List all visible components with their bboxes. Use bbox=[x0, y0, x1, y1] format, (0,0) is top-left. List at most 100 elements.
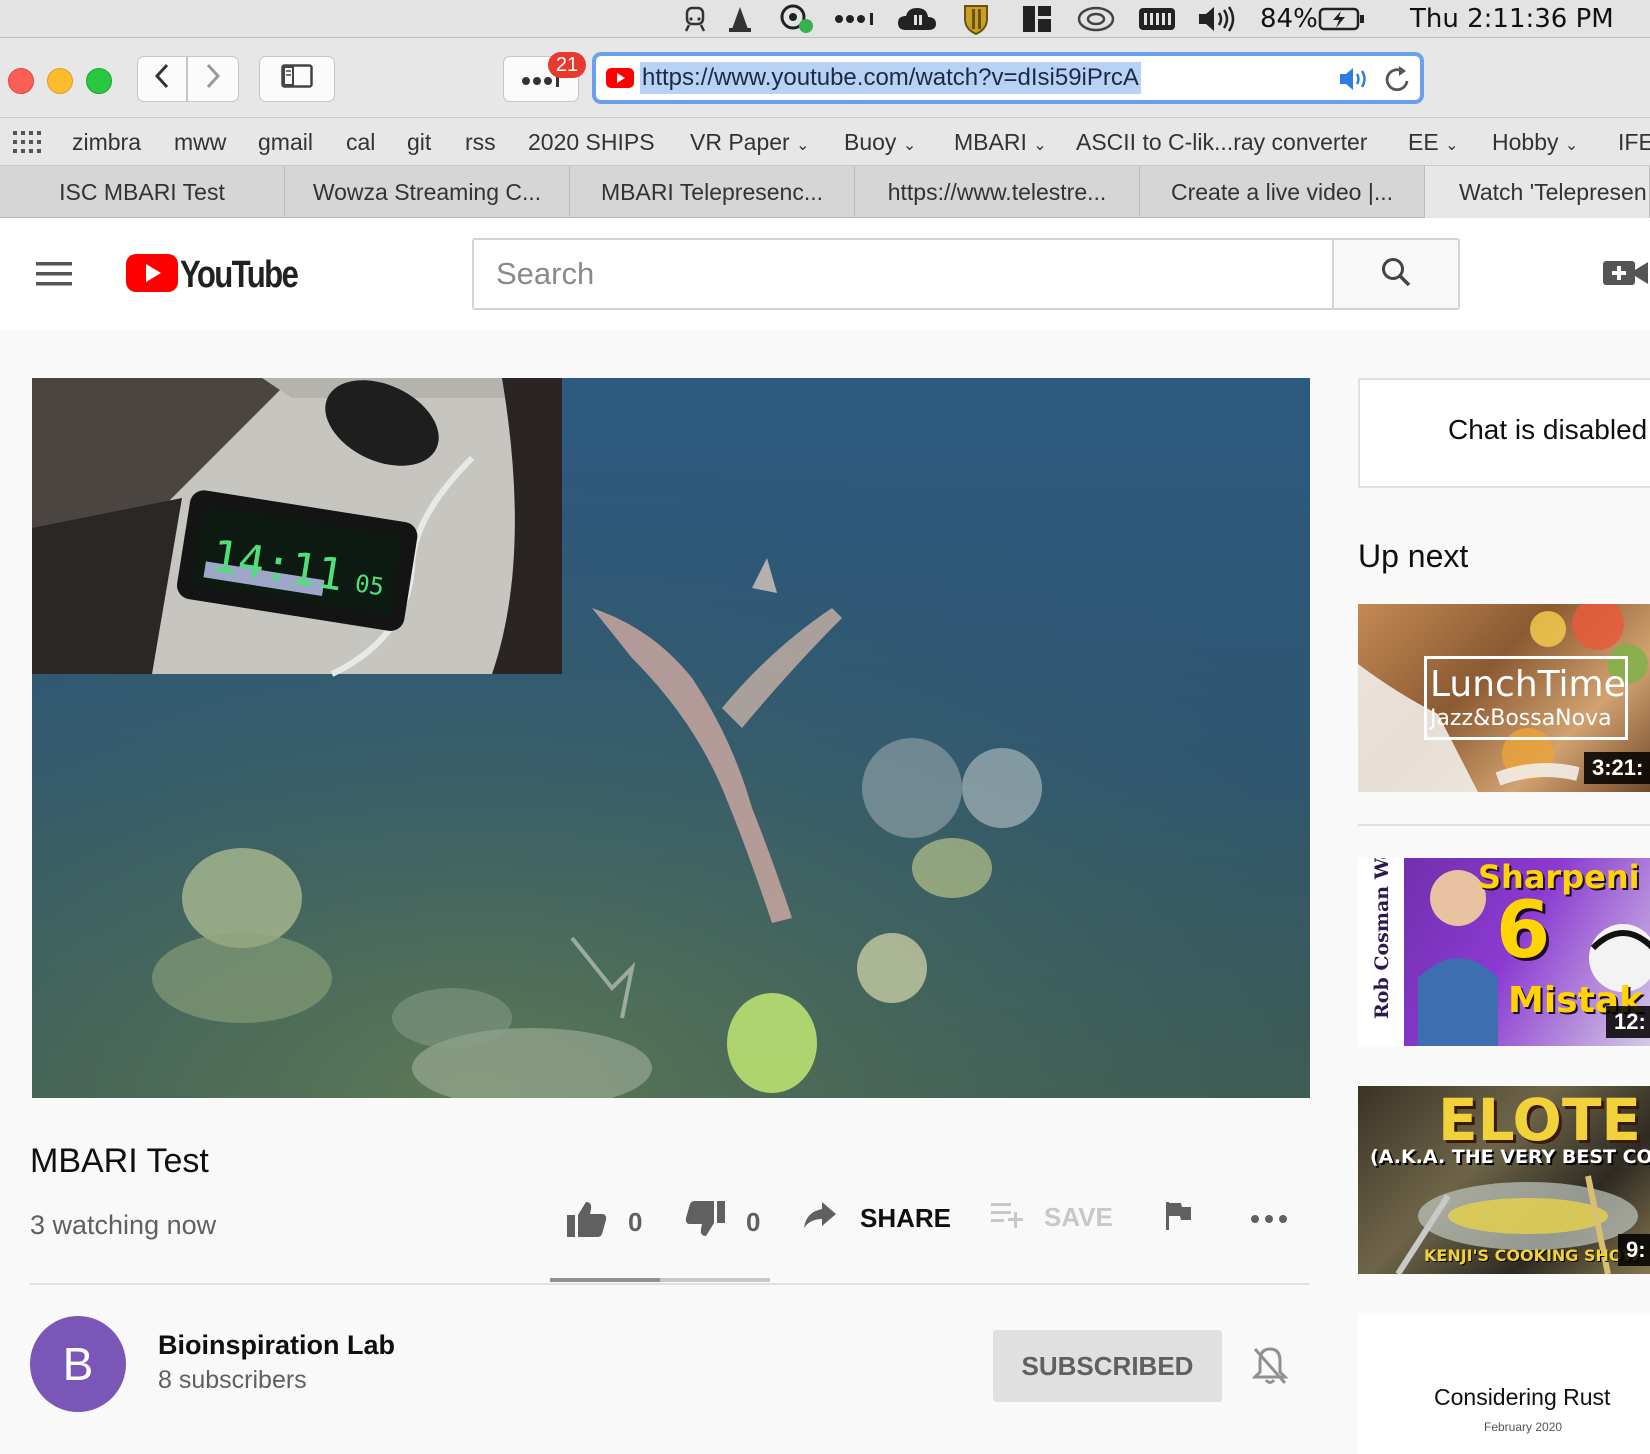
cloud-icon[interactable] bbox=[896, 6, 938, 32]
search-button[interactable] bbox=[1332, 238, 1460, 310]
tab-isc-mbari-test[interactable]: ISC MBARI Test bbox=[0, 166, 285, 218]
duration-badge: 3:21: bbox=[1584, 752, 1650, 784]
zoom-window-button[interactable] bbox=[86, 68, 112, 94]
reload-icon[interactable] bbox=[1384, 64, 1412, 99]
chat-disabled-message: Chat is disabled bbox=[1448, 414, 1648, 445]
sync-icon[interactable] bbox=[1076, 6, 1116, 32]
bookmarks-bar: zimbra mww gmail cal git rss 2020 SHIPS … bbox=[0, 118, 1650, 166]
divider bbox=[30, 1283, 1310, 1285]
menu-clock[interactable]: Thu 2:11:36 PM bbox=[1410, 4, 1614, 34]
up-next-thumbnail-1[interactable]: LunchTime Jazz&BossaNova 3:21: bbox=[1358, 604, 1650, 792]
bookmark-folder-vr-paper[interactable]: VR Paper ⌄ bbox=[690, 129, 810, 156]
shield-icon[interactable] bbox=[962, 5, 990, 35]
more-dots-icon[interactable] bbox=[834, 6, 878, 32]
thumbnail-number: 6 bbox=[1496, 886, 1551, 976]
address-bar[interactable]: https://www.youtube.com/watch?v=dIsi59iP… bbox=[592, 52, 1424, 104]
report-button[interactable] bbox=[1164, 1200, 1192, 1239]
share-label: SHARE bbox=[860, 1203, 952, 1233]
tab-wowza[interactable]: Wowza Streaming C... bbox=[285, 166, 570, 218]
battery-charging-icon[interactable] bbox=[1318, 6, 1366, 32]
sentiment-bar bbox=[550, 1278, 770, 1282]
bookmark-gmail[interactable]: gmail bbox=[258, 129, 313, 156]
bookmark-folder-hobby[interactable]: Hobby ⌄ bbox=[1492, 129, 1578, 156]
train-icon[interactable] bbox=[682, 6, 708, 32]
folder-label: EE bbox=[1408, 129, 1439, 155]
subscribed-button[interactable]: SUBSCRIBED bbox=[993, 1330, 1222, 1402]
promo-card[interactable]: Considering Rust February 2020 bbox=[1358, 1314, 1650, 1454]
messaging-icon[interactable] bbox=[778, 4, 818, 33]
tab-watch-telepresence[interactable]: Watch 'Telepresen bbox=[1425, 166, 1650, 218]
hamburger-menu-icon[interactable] bbox=[34, 260, 74, 293]
more-actions-button[interactable] bbox=[1250, 1200, 1288, 1231]
tab-bar: ISC MBARI Test Wowza Streaming C... MBAR… bbox=[0, 166, 1650, 218]
menu-bar: 84% Thu 2:11:36 PM bbox=[0, 0, 1650, 38]
bookmark-git[interactable]: git bbox=[407, 129, 431, 156]
search-icon bbox=[1380, 256, 1412, 293]
tab-telestream[interactable]: https://www.telestre... bbox=[855, 166, 1140, 218]
tab-mbari-telepresence[interactable]: MBARI Telepresenc... bbox=[570, 166, 855, 218]
chevron-down-icon: ⌄ bbox=[1445, 137, 1459, 154]
close-window-button[interactable] bbox=[8, 68, 34, 94]
notification-bell-off-icon[interactable] bbox=[1251, 1346, 1289, 1391]
playlist-add-icon bbox=[990, 1200, 1026, 1235]
thumbnail-subtitle: (A.K.A. THE VERY BEST CO bbox=[1370, 1146, 1650, 1168]
create-video-icon[interactable] bbox=[1602, 258, 1650, 293]
viewer-count: 3 watching now bbox=[30, 1210, 217, 1240]
memory-icon[interactable] bbox=[1138, 6, 1176, 32]
apps-grid-icon[interactable] bbox=[12, 130, 42, 159]
layout-icon[interactable] bbox=[1022, 6, 1052, 32]
tab-create-live-video[interactable]: Create a live video |... bbox=[1140, 166, 1425, 218]
search-input[interactable] bbox=[474, 240, 1332, 308]
bookmark-folder-buoy[interactable]: Buoy ⌄ bbox=[844, 129, 916, 156]
flag-icon bbox=[1164, 1200, 1192, 1239]
like-count: 0 bbox=[628, 1207, 643, 1237]
bookmark-folder-mbari[interactable]: MBARI ⌄ bbox=[954, 129, 1047, 156]
battery-percent: 84% bbox=[1260, 4, 1318, 34]
play-logo-icon bbox=[126, 254, 178, 297]
duration-badge: 9: bbox=[1618, 1234, 1650, 1266]
dislike-button[interactable]: 0 bbox=[684, 1200, 760, 1245]
thumbnail-channel-text: Rob Cosman Woodworking bbox=[1371, 858, 1393, 1019]
vlc-cone-icon[interactable] bbox=[726, 6, 754, 32]
bookmark-rss[interactable]: rss bbox=[465, 129, 496, 156]
volume-icon[interactable] bbox=[1196, 6, 1240, 32]
speaker-icon[interactable] bbox=[1338, 66, 1374, 97]
save-button[interactable]: SAVE bbox=[990, 1200, 1113, 1235]
duration-badge: 12: bbox=[1606, 1006, 1650, 1038]
sidebar-toggle-button[interactable] bbox=[259, 56, 335, 102]
channel-name[interactable]: Bioinspiration Lab bbox=[158, 1330, 395, 1361]
up-next-thumbnail-2[interactable]: Rob Cosman Woodworking Sharpeni 6 Mistak… bbox=[1358, 858, 1650, 1046]
folder-label: Buoy bbox=[844, 129, 897, 155]
video-player[interactable]: 14:11 05 bbox=[32, 378, 1310, 1098]
bookmark-folder-ee[interactable]: EE ⌄ bbox=[1408, 129, 1458, 156]
youtube-wordmark: YouTube bbox=[180, 254, 299, 296]
notification-badge: 21 bbox=[548, 52, 586, 78]
inset-clock-seconds: 05 bbox=[353, 569, 386, 601]
forward-button[interactable] bbox=[187, 56, 239, 102]
youtube-logo[interactable]: YouTube bbox=[126, 254, 323, 297]
youtube-header: YouTube bbox=[0, 218, 1650, 330]
bookmark-cal[interactable]: cal bbox=[346, 129, 375, 156]
thumbnail-title: LunchTime bbox=[1430, 664, 1626, 705]
folder-label: MBARI bbox=[954, 129, 1027, 155]
bookmark-2020-ships[interactable]: 2020 SHIPS bbox=[528, 129, 655, 156]
share-arrow-icon bbox=[802, 1200, 838, 1237]
save-label: SAVE bbox=[1044, 1202, 1113, 1232]
thumbnail-footer: KENJI'S COOKING SHOW bbox=[1424, 1246, 1641, 1265]
channel-avatar[interactable]: B bbox=[30, 1316, 126, 1412]
chevron-down-icon: ⌄ bbox=[1033, 137, 1047, 154]
like-button[interactable]: 0 bbox=[566, 1200, 642, 1245]
thumbs-down-icon bbox=[684, 1200, 726, 1245]
folder-label: VR Paper bbox=[690, 129, 790, 155]
minimize-window-button[interactable] bbox=[47, 68, 73, 94]
bookmark-ascii-converter[interactable]: ASCII to C-lik...ray converter bbox=[1076, 129, 1367, 156]
url-text[interactable]: https://www.youtube.com/watch?v=dIsi59iP… bbox=[640, 62, 1141, 94]
video-frame: 14:11 05 bbox=[32, 378, 1310, 1098]
dislike-count: 0 bbox=[746, 1207, 761, 1237]
share-button[interactable]: SHARE bbox=[802, 1200, 951, 1237]
bookmark-zimbra[interactable]: zimbra bbox=[72, 129, 141, 156]
back-button[interactable] bbox=[137, 56, 187, 102]
bookmark-ife[interactable]: IFE bbox=[1618, 129, 1650, 156]
up-next-thumbnail-3[interactable]: ELOTE (A.K.A. THE VERY BEST CO KENJI'S C… bbox=[1358, 1086, 1650, 1274]
bookmark-mww[interactable]: mww bbox=[174, 129, 226, 156]
